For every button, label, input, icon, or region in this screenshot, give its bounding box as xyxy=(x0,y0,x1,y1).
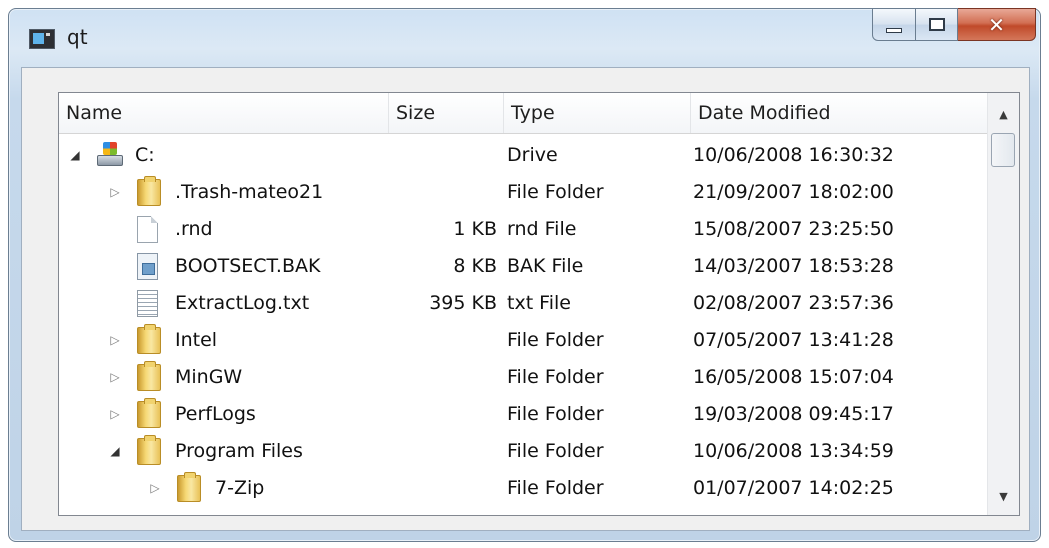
row-name: Intel xyxy=(175,329,218,351)
row-date-modified: 02/08/2007 23:57:36 xyxy=(693,292,894,314)
app-window: qt ✕ Name Size Type Date Modified ◢ C: Dri… xyxy=(8,8,1041,542)
row-name: ExtractLog.txt xyxy=(175,292,310,314)
row-date-modified: 10/06/2008 13:34:59 xyxy=(693,440,894,462)
scroll-down-arrow-icon[interactable]: ▼ xyxy=(988,481,1019,511)
collapse-arrow-icon[interactable]: ◢ xyxy=(69,148,81,162)
folder-icon xyxy=(137,361,161,391)
row-name: PerfLogs xyxy=(175,403,256,425)
row-size: 1 KB xyxy=(453,218,497,240)
folder-icon xyxy=(137,176,161,206)
tree-row[interactable]: ▷ .Trash-mateo21 File Folder 21/09/2007 18:… xyxy=(59,174,988,211)
row-name: .Trash-mateo21 xyxy=(175,181,324,203)
row-size xyxy=(389,433,497,470)
row-name: C: xyxy=(135,144,155,166)
row-date-modified: 07/05/2007 13:41:28 xyxy=(693,329,894,351)
tree-row[interactable]: ▷ 7-Zip File Folder 01/07/2007 14:02:25 xyxy=(59,470,988,507)
row-name: 7-Zip xyxy=(215,477,265,499)
column-header-size[interactable]: Size xyxy=(389,93,504,133)
row-type: txt File xyxy=(507,292,571,314)
expand-arrow-icon[interactable]: ▷ xyxy=(109,333,121,347)
tree-row[interactable]: ▷ PerfLogs File Folder 19/03/2008 09:45:17 xyxy=(59,396,988,433)
row-date-modified: 15/08/2007 23:25:50 xyxy=(693,218,894,240)
row-size xyxy=(389,174,497,211)
collapse-arrow-icon[interactable]: ◢ xyxy=(109,444,121,458)
column-header: Name Size Type Date Modified xyxy=(59,93,988,134)
tree-row[interactable]: ◢ C: Drive 10/06/2008 16:30:32 xyxy=(59,137,988,174)
row-size xyxy=(389,359,497,396)
row-type: File Folder xyxy=(507,440,604,462)
minimize-icon xyxy=(886,28,902,33)
row-type: File Folder xyxy=(507,477,604,499)
column-header-date-modified[interactable]: Date Modified xyxy=(691,93,988,133)
row-type: File Folder xyxy=(507,329,604,351)
tree-row[interactable]: ◢ Program Files File Folder 10/06/2008 13:3… xyxy=(59,433,988,470)
row-type: File Folder xyxy=(507,181,604,203)
text-file-icon xyxy=(137,290,158,317)
row-type: rnd File xyxy=(507,218,577,240)
row-name: .rnd xyxy=(175,218,213,240)
row-size: 395 KB xyxy=(429,292,497,314)
maximize-button[interactable] xyxy=(916,8,958,41)
folder-icon xyxy=(137,398,161,428)
bak-file-icon xyxy=(137,253,158,280)
row-date-modified: 14/03/2007 18:53:28 xyxy=(693,255,894,277)
title-bar[interactable]: qt ✕ xyxy=(9,8,1040,67)
tree-row[interactable]: ExtractLog.txt 395 KB txt File 02/08/2007 2… xyxy=(59,285,988,322)
row-size xyxy=(389,137,497,174)
row-date-modified: 16/05/2008 15:07:04 xyxy=(693,366,894,388)
client-area: Name Size Type Date Modified ◢ C: Drive 10/… xyxy=(21,67,1030,531)
row-type: BAK File xyxy=(507,255,584,277)
row-type: File Folder xyxy=(507,366,604,388)
folder-icon xyxy=(137,435,161,465)
close-icon: ✕ xyxy=(988,12,1005,37)
row-size xyxy=(389,396,497,433)
tree-row[interactable]: BOOTSECT.BAK 8 KB BAK File 14/03/2007 18:53… xyxy=(59,248,988,285)
expand-arrow-icon[interactable]: ▷ xyxy=(109,185,121,199)
row-type: File Folder xyxy=(507,403,604,425)
row-size xyxy=(389,470,497,507)
row-type: Drive xyxy=(507,144,558,166)
row-name: BOOTSECT.BAK xyxy=(175,255,321,277)
tree-row[interactable]: ▷ Intel File Folder 07/05/2007 13:41:28 xyxy=(59,322,988,359)
folder-icon xyxy=(137,324,161,354)
row-size xyxy=(389,322,497,359)
row-size: 8 KB xyxy=(453,255,497,277)
scroll-up-arrow-icon[interactable]: ▲ xyxy=(988,99,1019,129)
tree-row[interactable]: .rnd 1 KB rnd File 15/08/2007 23:25:50 xyxy=(59,211,988,248)
tree-row[interactable]: ▷ MinGW File Folder 16/05/2008 15:07:04 xyxy=(59,359,988,396)
vertical-scrollbar[interactable]: ▲ ▼ xyxy=(987,93,1019,515)
row-date-modified: 21/09/2007 18:02:00 xyxy=(693,181,894,203)
expand-arrow-icon[interactable]: ▷ xyxy=(109,407,121,421)
expand-arrow-icon[interactable]: ▷ xyxy=(149,481,161,495)
app-icon[interactable] xyxy=(29,29,55,49)
expand-arrow-icon[interactable]: ▷ xyxy=(109,370,121,384)
column-header-type[interactable]: Type xyxy=(504,93,691,133)
row-name: Program Files xyxy=(175,440,303,462)
file-tree-view[interactable]: Name Size Type Date Modified ◢ C: Drive 10/… xyxy=(58,92,1020,516)
caption-buttons: ✕ xyxy=(872,8,1036,42)
file-icon xyxy=(137,216,158,243)
row-date-modified: 01/07/2007 14:02:25 xyxy=(693,477,894,499)
row-date-modified: 19/03/2008 09:45:17 xyxy=(693,403,894,425)
maximize-icon xyxy=(928,18,945,31)
folder-icon xyxy=(177,472,201,502)
column-header-name[interactable]: Name xyxy=(59,93,389,133)
row-date-modified: 10/06/2008 16:30:32 xyxy=(693,144,894,166)
close-button[interactable]: ✕ xyxy=(958,8,1036,41)
drive-icon xyxy=(97,142,123,168)
minimize-button[interactable] xyxy=(872,8,916,41)
window-title: qt xyxy=(67,25,88,49)
row-name: MinGW xyxy=(175,366,243,388)
scrollbar-thumb[interactable] xyxy=(991,133,1015,167)
